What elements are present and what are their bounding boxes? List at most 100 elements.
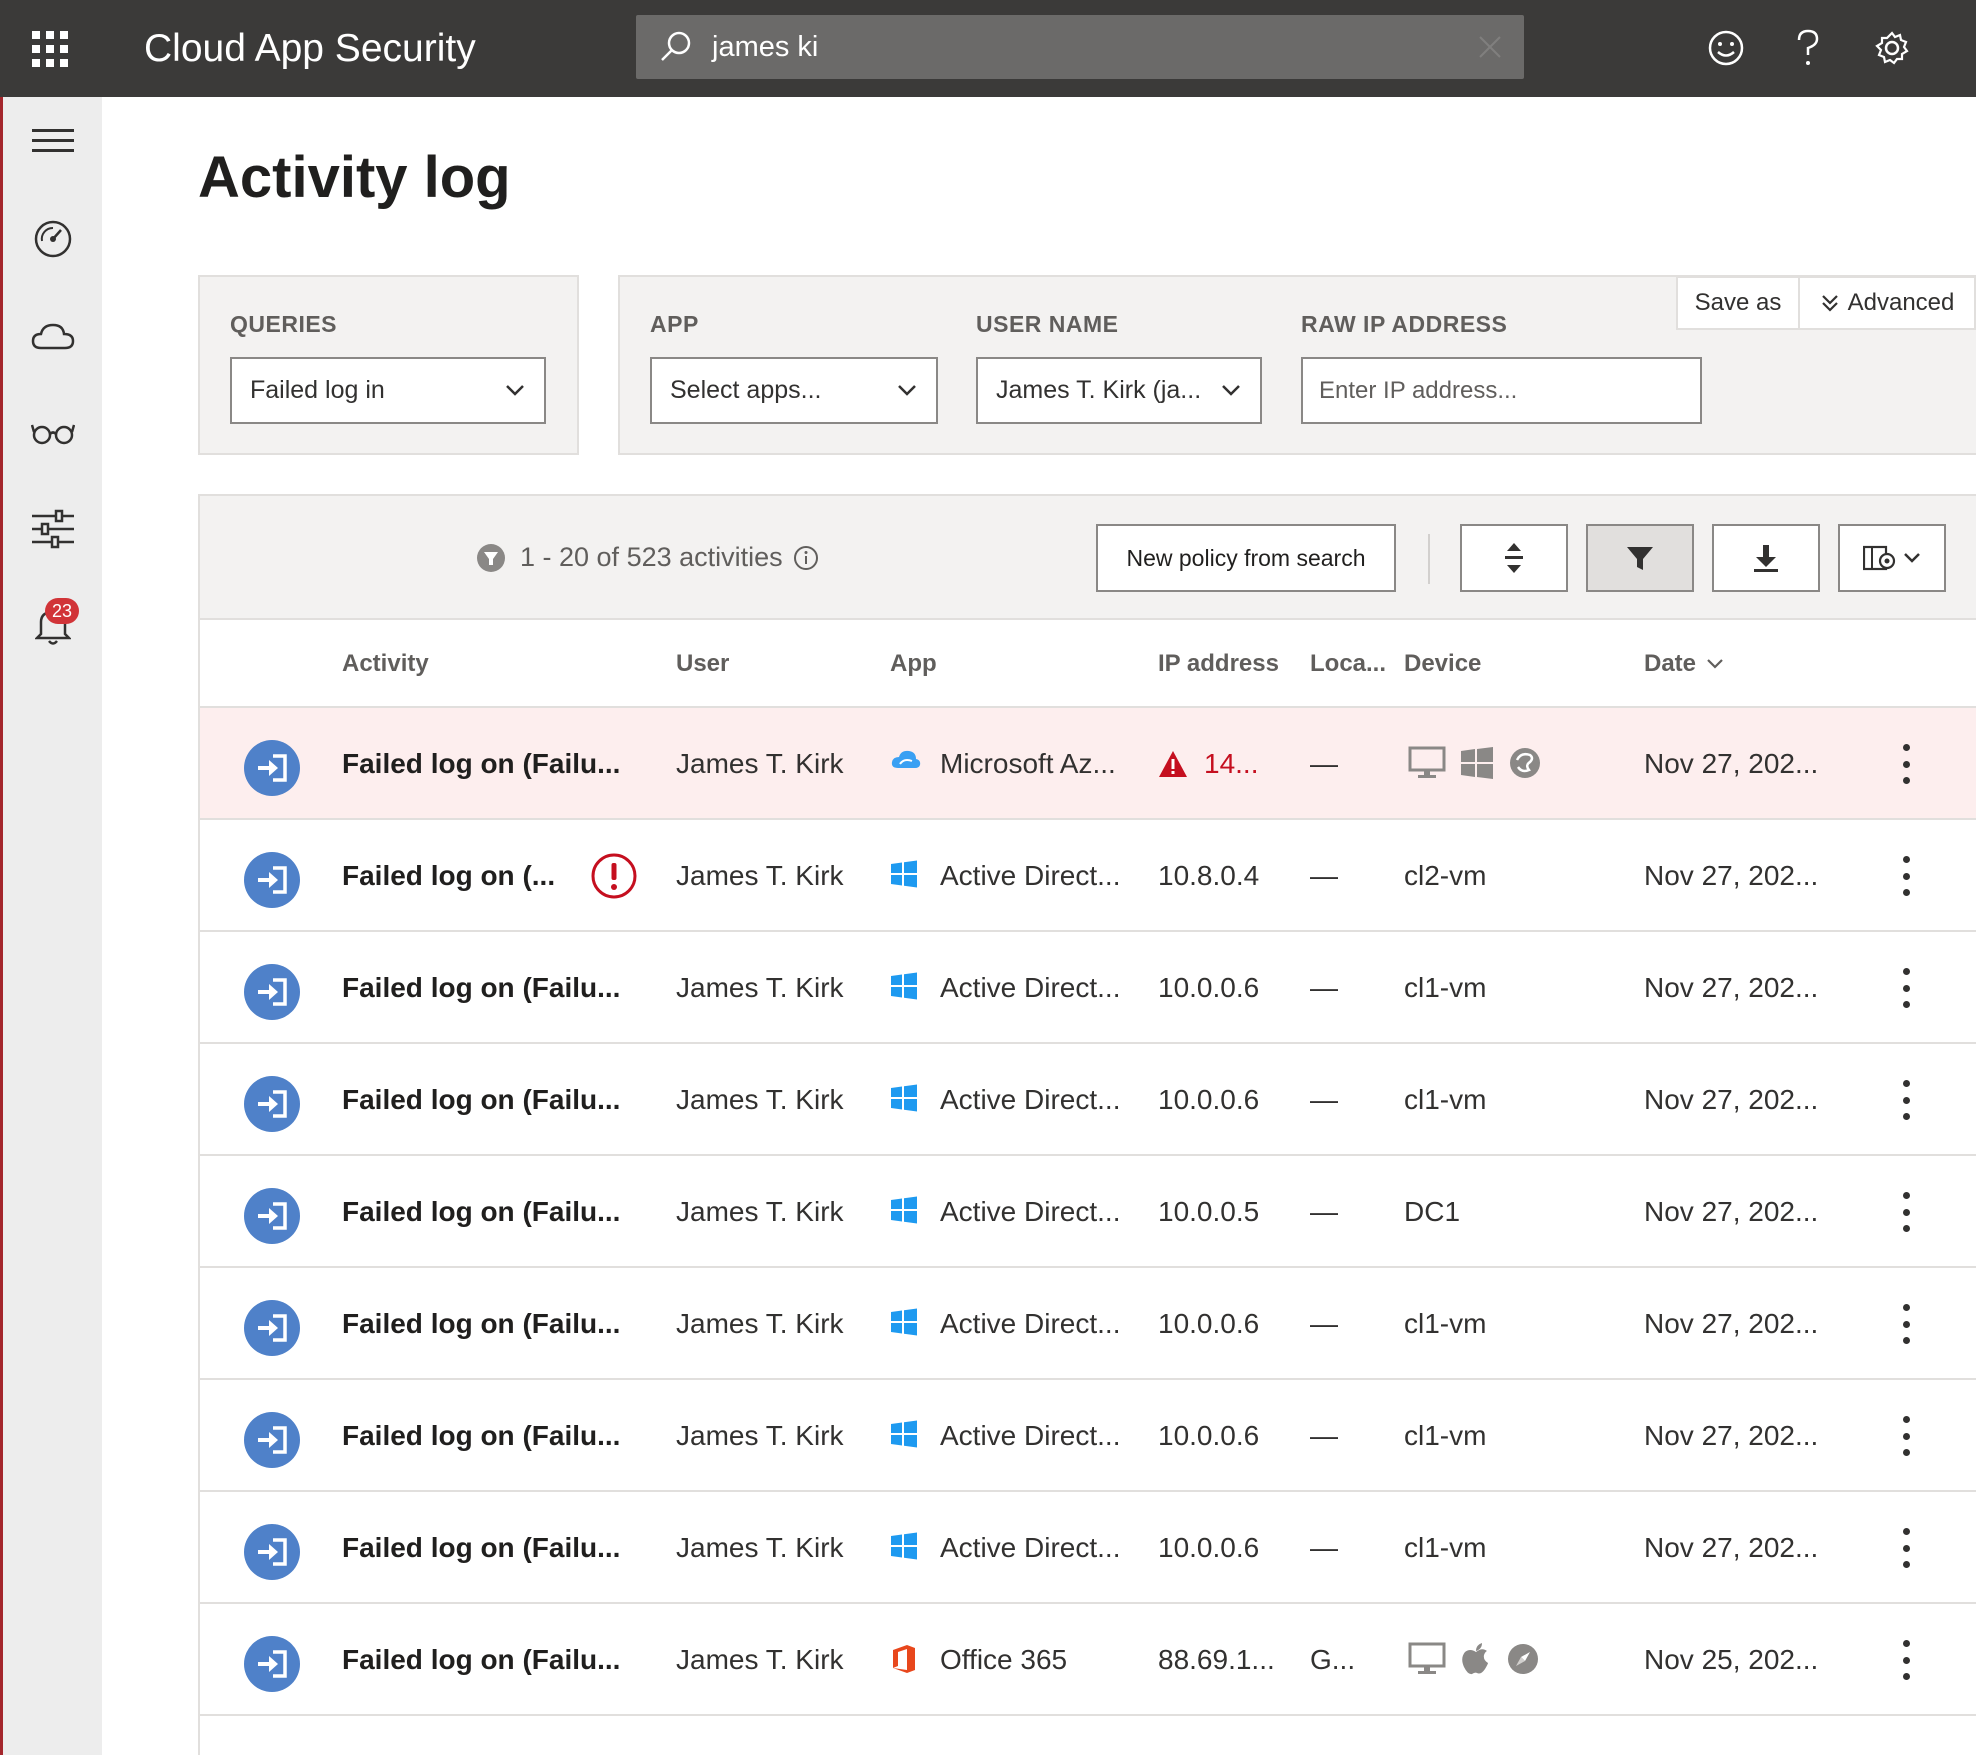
ip-cell[interactable]: 10.0.0.6 [1158, 972, 1259, 1004]
app-cell[interactable]: Microsoft Az... [940, 748, 1116, 780]
new-policy-button[interactable]: New policy from search [1096, 524, 1396, 592]
user-cell[interactable]: James T. Kirk [676, 972, 844, 1004]
column-app[interactable]: App [890, 650, 937, 678]
table-row[interactable]: Failed log on (... James T. Kirk Active Di… [200, 820, 1976, 932]
activity-cell[interactable]: Failed log on (... [342, 860, 555, 892]
table-row[interactable]: Failed log on (Failu... James T. Kirk Acti… [200, 1044, 1976, 1156]
device-cell[interactable]: cl1-vm [1404, 1308, 1486, 1340]
queries-dropdown[interactable]: Failed log in [230, 357, 546, 424]
smiley-icon[interactable] [1704, 26, 1748, 70]
ip-cell[interactable]: 10.0.0.6 [1158, 1084, 1259, 1116]
activity-cell[interactable]: Failed log on (Failu... [342, 1644, 620, 1676]
activity-cell[interactable]: Failed log on (Failu... [342, 1084, 620, 1116]
location-cell: — [1310, 1084, 1338, 1115]
app-cell[interactable]: Active Direct... [940, 860, 1120, 892]
user-cell[interactable]: James T. Kirk [676, 1196, 844, 1228]
more-options-icon[interactable] [1896, 1640, 1916, 1680]
ip-cell[interactable]: 10.0.0.6 [1158, 1420, 1259, 1452]
activity-cell[interactable]: Failed log on (Failu... [342, 1308, 620, 1340]
advanced-button[interactable]: Advanced [1798, 276, 1976, 330]
device-cell[interactable]: DC1 [1404, 1196, 1460, 1228]
table-row[interactable]: Failed log on (Failu... James T. Kirk Acti… [200, 1380, 1976, 1492]
table-row[interactable]: Failed log on (Failu... James T. Kirk Acti… [200, 1268, 1976, 1380]
activity-cell[interactable]: Failed log on (Failu... [342, 1420, 620, 1452]
dashboard-icon[interactable] [3, 209, 102, 269]
column-date[interactable]: Date [1644, 650, 1724, 678]
more-options-icon[interactable] [1896, 968, 1916, 1008]
more-options-icon[interactable] [1896, 744, 1916, 784]
table-row[interactable]: Failed log on (Failu... James T. Kirk Acti… [200, 1156, 1976, 1268]
column-settings-button[interactable] [1838, 524, 1946, 592]
date-cell: Nov 27, 202... [1644, 1084, 1819, 1115]
app-cell[interactable]: Active Direct... [940, 1420, 1120, 1452]
ip-cell[interactable]: 10.0.0.6 [1158, 1308, 1259, 1340]
azure-cloud-icon [891, 750, 921, 768]
ip-cell[interactable]: 14... [1204, 748, 1258, 780]
app-cell[interactable]: Active Direct... [940, 1532, 1120, 1564]
app-cell[interactable]: Active Direct... [940, 972, 1120, 1004]
search-box[interactable]: james ki [636, 15, 1524, 79]
user-cell[interactable]: James T. Kirk [676, 1420, 844, 1452]
table-row[interactable]: Failed log on (Failu... James T. Kirk Acti… [200, 932, 1976, 1044]
help-icon[interactable] [1786, 26, 1830, 70]
app-cell[interactable]: Active Direct... [940, 1084, 1120, 1116]
column-activity[interactable]: Activity [342, 650, 429, 678]
device-cell[interactable]: cl1-vm [1404, 972, 1486, 1004]
more-options-icon[interactable] [1896, 1304, 1916, 1344]
ip-cell[interactable]: 10.0.0.6 [1158, 1532, 1259, 1564]
more-options-icon[interactable] [1896, 1416, 1916, 1456]
filter-button[interactable] [1586, 524, 1694, 592]
cloud-icon[interactable] [3, 307, 102, 367]
app-cell[interactable]: Active Direct... [940, 1196, 1120, 1228]
table-row[interactable]: Failed log on (Failu... James T. Kirk Offi… [200, 1604, 1976, 1716]
user-cell[interactable]: James T. Kirk [676, 860, 844, 892]
activity-cell[interactable]: Failed log on (Failu... [342, 1532, 620, 1564]
ip-cell[interactable]: 10.0.0.5 [1158, 1196, 1259, 1228]
sliders-icon[interactable] [3, 499, 102, 559]
info-icon[interactable] [793, 545, 819, 571]
more-options-icon[interactable] [1896, 1080, 1916, 1120]
device-cell[interactable]: cl2-vm [1404, 860, 1486, 892]
activity-cell[interactable]: Failed log on (Failu... [342, 972, 620, 1004]
app-title[interactable]: Cloud App Security [144, 27, 637, 71]
waffle-icon[interactable] [0, 0, 100, 97]
app-cell[interactable]: Office 365 [940, 1644, 1067, 1676]
user-cell[interactable]: James T. Kirk [676, 1308, 844, 1340]
user-cell[interactable]: James T. Kirk [676, 1644, 844, 1676]
save-as-button[interactable]: Save as [1676, 276, 1800, 330]
ip-cell[interactable]: 10.8.0.4 [1158, 860, 1259, 892]
clear-icon[interactable] [1474, 31, 1506, 63]
device-cell[interactable]: cl1-vm [1404, 1420, 1486, 1452]
device-cell[interactable]: cl1-vm [1404, 1084, 1486, 1116]
ip-cell[interactable]: 88.69.1... [1158, 1644, 1275, 1676]
table-row[interactable]: Failed log on (Failu... James T. Kirk Acti… [200, 1492, 1976, 1604]
user-cell[interactable]: James T. Kirk [676, 1532, 844, 1564]
more-options-icon[interactable] [1896, 1192, 1916, 1232]
user-name-dropdown[interactable]: James T. Kirk (ja... [976, 357, 1262, 424]
column-user[interactable]: User [676, 650, 729, 678]
raw-ip-input[interactable]: Enter IP address... [1301, 357, 1702, 424]
activity-cell[interactable]: Failed log on (Failu... [342, 1196, 620, 1228]
user-cell[interactable]: James T. Kirk [676, 748, 844, 780]
user-cell[interactable]: James T. Kirk [676, 1084, 844, 1116]
glasses-icon[interactable] [3, 403, 102, 463]
app-dropdown[interactable]: Select apps... [650, 357, 938, 424]
expand-rows-button[interactable] [1460, 524, 1568, 592]
column-ip-address[interactable]: IP address [1158, 650, 1279, 678]
column-location[interactable]: Loca... [1310, 650, 1386, 678]
export-button[interactable] [1712, 524, 1820, 592]
more-options-icon[interactable] [1896, 856, 1916, 896]
column-device[interactable]: Device [1404, 650, 1481, 678]
queries-value: Failed log in [250, 376, 385, 404]
alerts-bell[interactable]: 23 [3, 595, 102, 655]
app-cell[interactable]: Active Direct... [940, 1308, 1120, 1340]
hamburger-icon[interactable] [3, 111, 102, 171]
gear-icon[interactable] [1870, 26, 1914, 70]
more-options-icon[interactable] [1896, 1528, 1916, 1568]
activity-cell[interactable]: Failed log on (Failu... [342, 748, 620, 780]
device-cell[interactable]: cl1-vm [1404, 1532, 1486, 1564]
search-input[interactable]: james ki [712, 31, 818, 64]
table-row[interactable]: Failed log on (Failu... James T. Kirk Micr… [200, 708, 1976, 820]
raw-ip-label: RAW IP ADDRESS [1301, 311, 1508, 337]
important-flag-icon[interactable] [590, 852, 638, 900]
